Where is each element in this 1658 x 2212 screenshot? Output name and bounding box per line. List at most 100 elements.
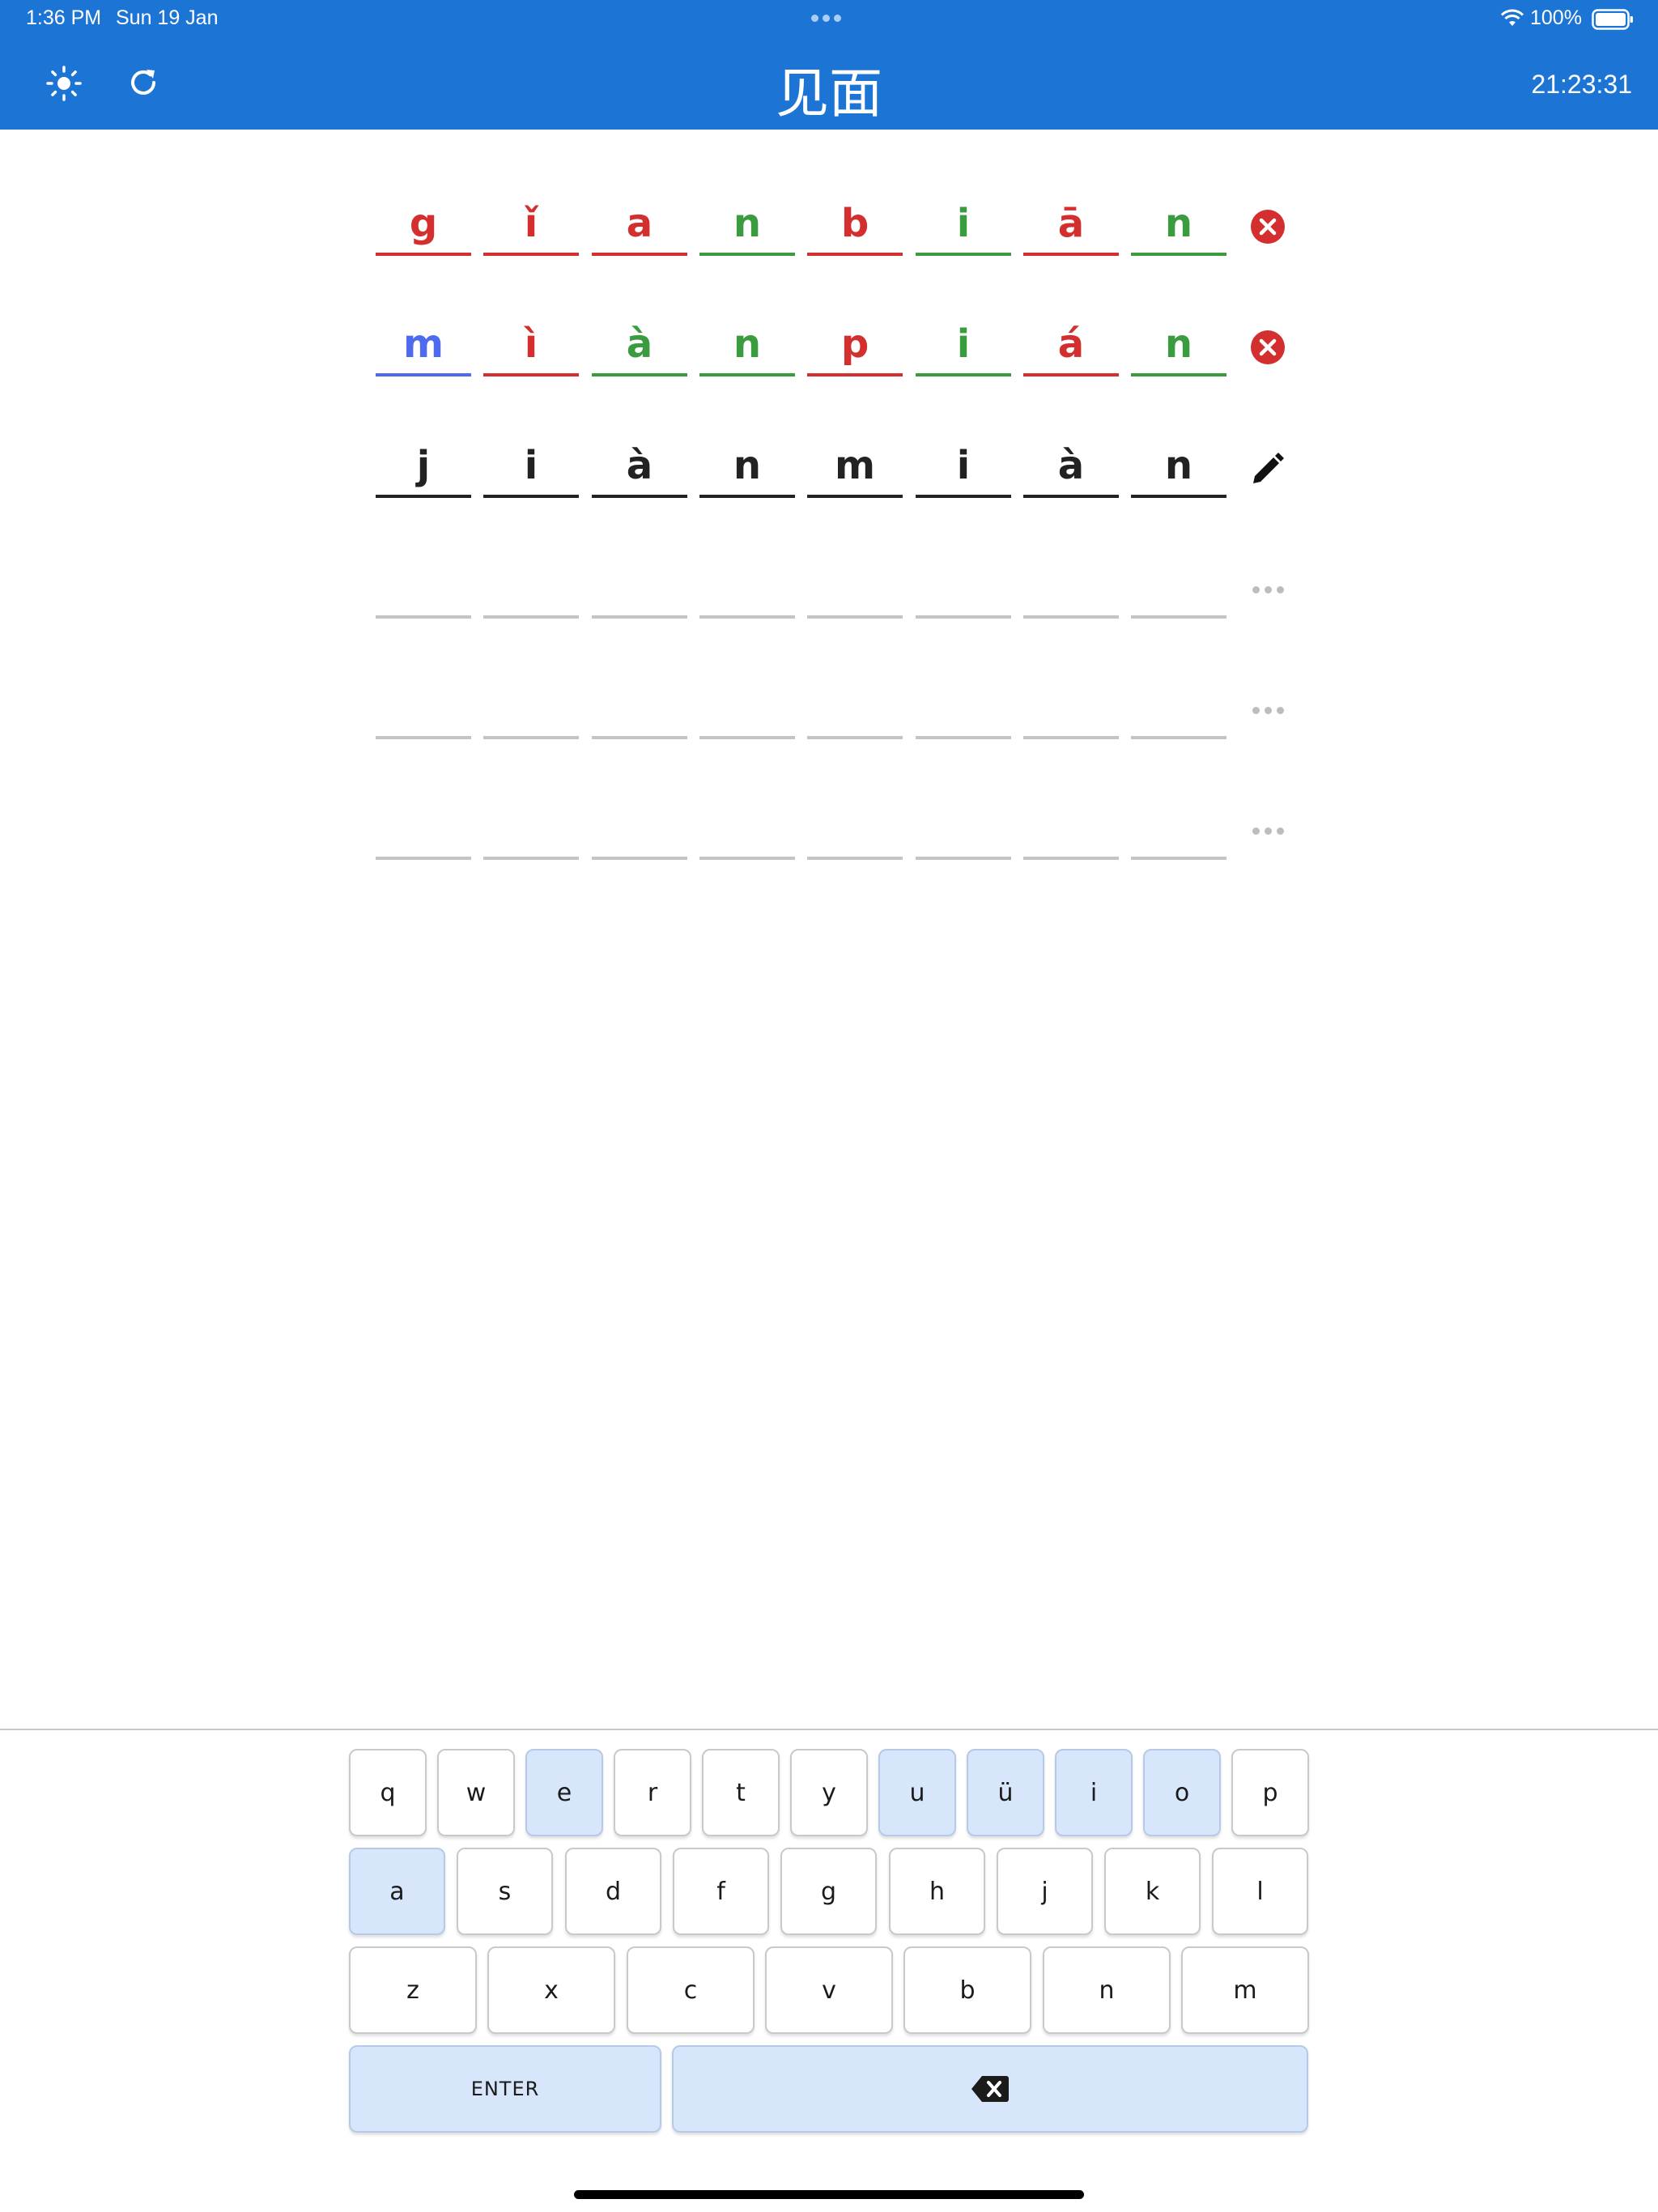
letter-underline <box>1023 253 1119 256</box>
letter-underline <box>1023 495 1119 498</box>
letter-cell[interactable]: à <box>1023 433 1119 498</box>
key-label: k <box>1145 1877 1160 1906</box>
letter-char: a <box>626 201 653 246</box>
letter-underline <box>699 373 795 376</box>
key-c[interactable]: c <box>627 1946 755 2034</box>
key-y[interactable]: y <box>790 1749 868 1836</box>
letter-underline <box>592 495 687 498</box>
key-o[interactable]: o <box>1143 1749 1221 1836</box>
letter-cell <box>592 674 687 739</box>
key-h[interactable]: h <box>889 1848 985 1935</box>
key-x[interactable]: x <box>487 1946 615 2034</box>
elapsed-timer: 21:23:31 <box>1531 70 1632 99</box>
key-label: u <box>909 1778 925 1807</box>
key-t[interactable]: t <box>702 1749 780 1836</box>
letter-cell <box>483 554 579 619</box>
error-circle-icon[interactable] <box>1249 329 1286 366</box>
multitasking-dots-icon[interactable] <box>811 15 841 22</box>
home-indicator <box>574 2190 1084 2199</box>
letter-underline <box>483 495 579 498</box>
letter-char: n <box>1164 443 1193 488</box>
letter-cell[interactable]: n <box>1131 433 1226 498</box>
letter-underline <box>699 495 795 498</box>
key-z[interactable]: z <box>349 1946 477 2034</box>
letter-underline <box>376 615 471 619</box>
key-k[interactable]: k <box>1104 1848 1201 1935</box>
letter-char: à <box>626 443 653 488</box>
letter-cell <box>483 795 579 860</box>
key-u[interactable]: u <box>878 1749 956 1836</box>
letter-cell <box>699 674 795 739</box>
letter-cell: à <box>592 312 687 376</box>
letter-cell[interactable]: j <box>376 433 471 498</box>
key-n[interactable]: n <box>1043 1946 1171 2034</box>
letter-underline <box>592 373 687 376</box>
key-d[interactable]: d <box>565 1848 661 1935</box>
letter-cell <box>916 674 1011 739</box>
letter-cell[interactable]: m <box>807 433 903 498</box>
key-m[interactable]: m <box>1181 1946 1309 2034</box>
key-label: ü <box>997 1778 1014 1807</box>
key-q[interactable]: q <box>349 1749 427 1836</box>
letter-cell <box>592 554 687 619</box>
enter-key[interactable]: ENTER <box>349 2045 661 2133</box>
letter-char: ǐ <box>524 201 538 246</box>
letter-char: i <box>524 443 538 488</box>
letter-underline <box>376 495 471 498</box>
key-label: e <box>556 1778 572 1807</box>
letter-cell[interactable]: à <box>592 433 687 498</box>
letter-cell <box>916 554 1011 619</box>
key-r[interactable]: r <box>614 1749 691 1836</box>
letter-cell: a <box>592 191 687 256</box>
letter-underline <box>483 736 579 739</box>
key-a[interactable]: a <box>349 1848 445 1935</box>
key-p[interactable]: p <box>1231 1749 1309 1836</box>
letter-cell[interactable]: i <box>916 433 1011 498</box>
letter-underline <box>592 615 687 619</box>
key-label: c <box>683 1976 698 2005</box>
letter-cell: ì <box>483 312 579 376</box>
key-label: h <box>929 1877 945 1906</box>
letter-underline <box>916 253 1011 256</box>
key-label: v <box>822 1976 836 2005</box>
key-b[interactable]: b <box>903 1946 1031 2034</box>
battery-percentage: 100% <box>1530 6 1582 29</box>
letter-cell: i <box>916 191 1011 256</box>
key-s[interactable]: s <box>457 1848 553 1935</box>
letter-underline <box>483 253 579 256</box>
letter-cell: i <box>916 312 1011 376</box>
key-i[interactable]: i <box>1055 1749 1133 1836</box>
enter-key-label: ENTER <box>470 2078 540 2100</box>
key-label: l <box>1256 1877 1264 1906</box>
letter-underline <box>1023 857 1119 860</box>
error-circle-icon[interactable] <box>1249 208 1286 245</box>
letter-underline <box>699 615 795 619</box>
key-label: z <box>406 1976 419 2005</box>
letter-cell[interactable]: n <box>699 433 795 498</box>
backspace-icon <box>971 2076 1009 2102</box>
pencil-icon[interactable] <box>1249 450 1286 487</box>
letter-underline <box>807 373 903 376</box>
letter-char: n <box>1164 201 1193 246</box>
key-ü[interactable]: ü <box>967 1749 1044 1836</box>
key-f[interactable]: f <box>673 1848 769 1935</box>
letter-char: m <box>402 321 444 367</box>
key-label: x <box>544 1976 559 2005</box>
letter-cell[interactable]: i <box>483 433 579 498</box>
key-v[interactable]: v <box>765 1946 893 2034</box>
letter-underline <box>1131 857 1226 860</box>
letter-underline <box>807 736 903 739</box>
key-j[interactable]: j <box>997 1848 1093 1935</box>
key-label: y <box>822 1778 836 1807</box>
key-g[interactable]: g <box>780 1848 877 1935</box>
backspace-key[interactable] <box>672 2045 1308 2133</box>
letter-cell: m <box>376 312 471 376</box>
key-e[interactable]: e <box>525 1749 603 1836</box>
key-label: w <box>466 1778 487 1807</box>
letter-char: i <box>956 443 971 488</box>
key-w[interactable]: w <box>437 1749 515 1836</box>
key-label: j <box>1041 1877 1048 1906</box>
key-l[interactable]: l <box>1212 1848 1308 1935</box>
letter-cell <box>376 674 471 739</box>
letter-underline <box>916 736 1011 739</box>
